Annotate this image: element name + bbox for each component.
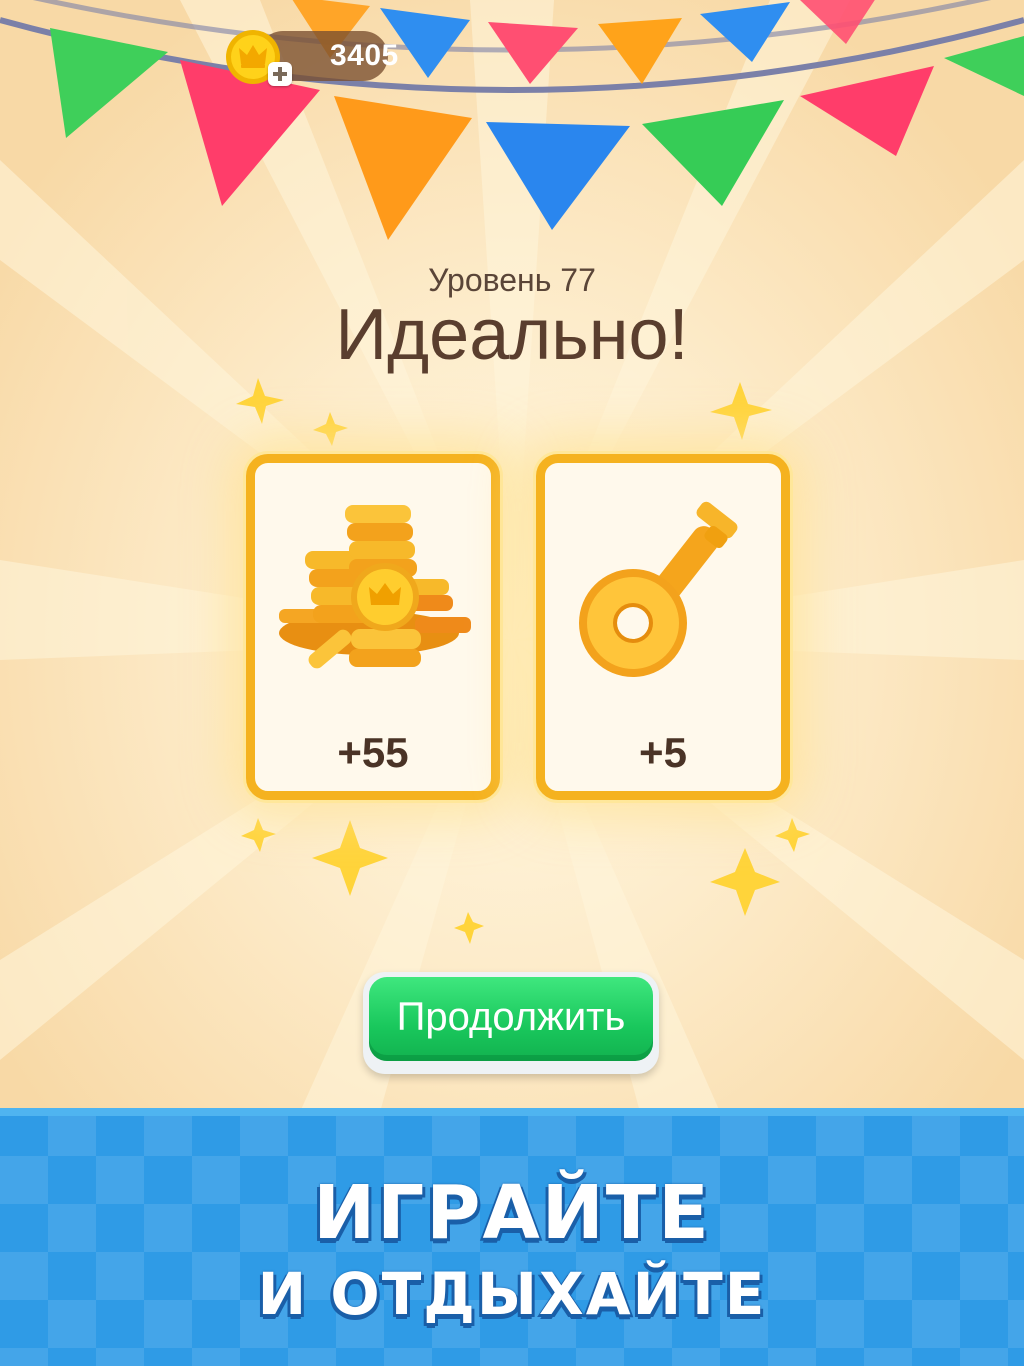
reward-card-keys: +5 <box>536 454 790 800</box>
promo-headline: ИГРАЙТЕ <box>313 1170 711 1256</box>
continue-button-label: Продолжить <box>396 995 626 1039</box>
promo-subheadline: И ОТДЫХАЙТЕ <box>257 1260 767 1328</box>
level-complete-screen: 3405 Уровень 77 Идеально! +55 +5 Продолж… <box>0 0 1024 1112</box>
continue-button[interactable]: Продолжить <box>363 972 659 1074</box>
reward-coins-value: +55 <box>337 729 409 776</box>
continue-button-face[interactable]: Продолжить <box>369 977 653 1061</box>
promo-banner: ИГРАЙТЕ И ОТДЫХАЙТЕ <box>0 1108 1024 1366</box>
reward-keys-value: +5 <box>639 729 687 776</box>
banner-top-edge <box>0 1108 1024 1116</box>
sparkle-stars-decoration <box>236 378 810 944</box>
coin-pile-icon <box>279 505 471 669</box>
key-icon <box>579 501 738 677</box>
reward-card-coins: +55 <box>246 454 500 800</box>
